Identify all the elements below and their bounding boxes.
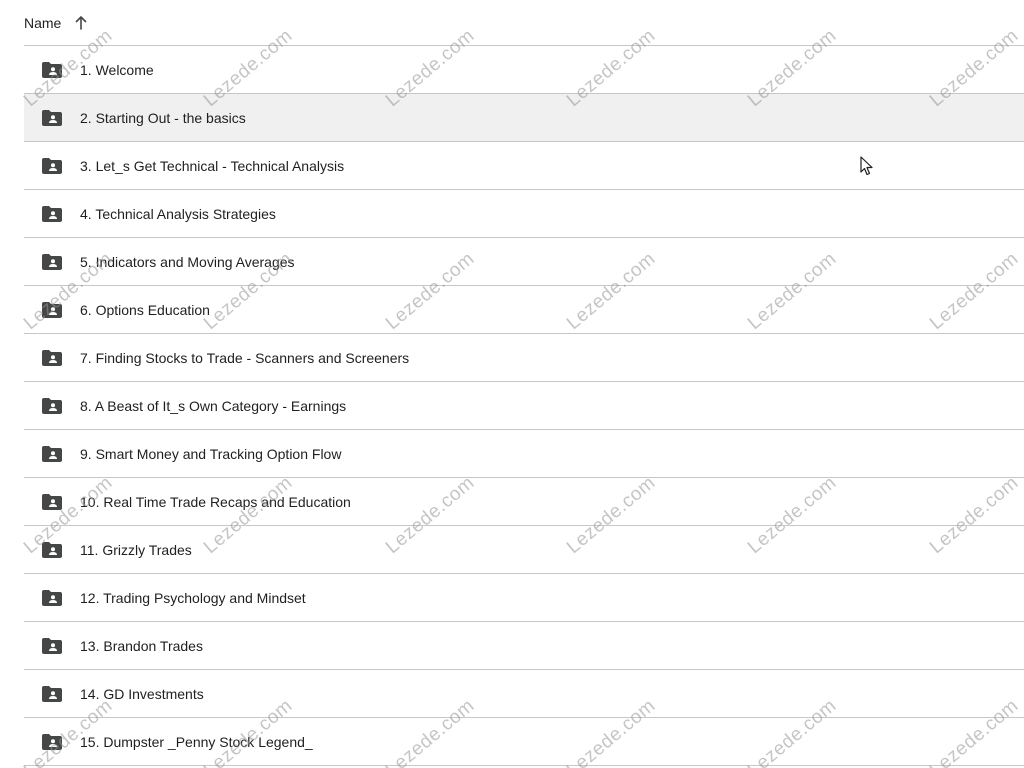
shared-folder-icon [42, 109, 62, 126]
folder-row[interactable]: 4. Technical Analysis Strategies [24, 190, 1024, 238]
folder-name[interactable]: 15. Dumpster _Penny Stock Legend_ [80, 734, 313, 750]
folder-name[interactable]: 7. Finding Stocks to Trade - Scanners an… [80, 350, 409, 366]
folder-row[interactable]: 5. Indicators and Moving Averages [24, 238, 1024, 286]
shared-folder-icon [42, 61, 62, 78]
mouse-cursor-icon [860, 156, 873, 176]
folder-row[interactable]: 8. A Beast of It_s Own Category - Earnin… [24, 382, 1024, 430]
folder-name[interactable]: 11. Grizzly Trades [80, 542, 192, 558]
folder-name[interactable]: 10. Real Time Trade Recaps and Education [80, 494, 351, 510]
name-column-header[interactable]: Name [24, 15, 61, 31]
shared-folder-icon [42, 637, 62, 654]
folder-name[interactable]: 1. Welcome [80, 62, 154, 78]
folder-name[interactable]: 14. GD Investments [80, 686, 204, 702]
shared-folder-icon [42, 685, 62, 702]
folder-row[interactable]: 13. Brandon Trades [24, 622, 1024, 670]
shared-folder-icon [42, 493, 62, 510]
folder-name[interactable]: 8. A Beast of It_s Own Category - Earnin… [80, 398, 346, 414]
folder-name[interactable]: 4. Technical Analysis Strategies [80, 206, 276, 222]
shared-folder-icon [42, 541, 62, 558]
folder-row[interactable]: 14. GD Investments [24, 670, 1024, 718]
folder-row[interactable]: 11. Grizzly Trades [24, 526, 1024, 574]
folder-name[interactable]: 13. Brandon Trades [80, 638, 203, 654]
arrow-up-icon[interactable] [75, 15, 87, 30]
folder-row[interactable]: 2. Starting Out - the basics [24, 94, 1024, 142]
shared-folder-icon [42, 253, 62, 270]
file-list-page: Name 1. Welcome 2. Starting Out - the bas… [0, 0, 1024, 768]
folder-row[interactable]: 15. Dumpster _Penny Stock Legend_ [24, 718, 1024, 766]
folder-name[interactable]: 2. Starting Out - the basics [80, 110, 246, 126]
shared-folder-icon [42, 157, 62, 174]
folder-row[interactable]: 10. Real Time Trade Recaps and Education [24, 478, 1024, 526]
shared-folder-icon [42, 397, 62, 414]
folder-row[interactable]: 1. Welcome [24, 46, 1024, 94]
folder-row[interactable]: 3. Let_s Get Technical - Technical Analy… [24, 142, 1024, 190]
shared-folder-icon [42, 301, 62, 318]
shared-folder-icon [42, 205, 62, 222]
folder-name[interactable]: 3. Let_s Get Technical - Technical Analy… [80, 158, 344, 174]
shared-folder-icon [42, 349, 62, 366]
folder-name[interactable]: 5. Indicators and Moving Averages [80, 254, 295, 270]
folder-row[interactable]: 12. Trading Psychology and Mindset [24, 574, 1024, 622]
folder-name[interactable]: 12. Trading Psychology and Mindset [80, 590, 306, 606]
shared-folder-icon [42, 733, 62, 750]
folder-row[interactable]: 6. Options Education [24, 286, 1024, 334]
folder-name[interactable]: 9. Smart Money and Tracking Option Flow [80, 446, 341, 462]
list-header: Name [24, 0, 1024, 46]
folder-list: 1. Welcome 2. Starting Out - the basics 3.… [24, 46, 1024, 766]
shared-folder-icon [42, 445, 62, 462]
shared-folder-icon [42, 589, 62, 606]
folder-row[interactable]: 9. Smart Money and Tracking Option Flow [24, 430, 1024, 478]
folder-name[interactable]: 6. Options Education [80, 302, 210, 318]
folder-row[interactable]: 7. Finding Stocks to Trade - Scanners an… [24, 334, 1024, 382]
